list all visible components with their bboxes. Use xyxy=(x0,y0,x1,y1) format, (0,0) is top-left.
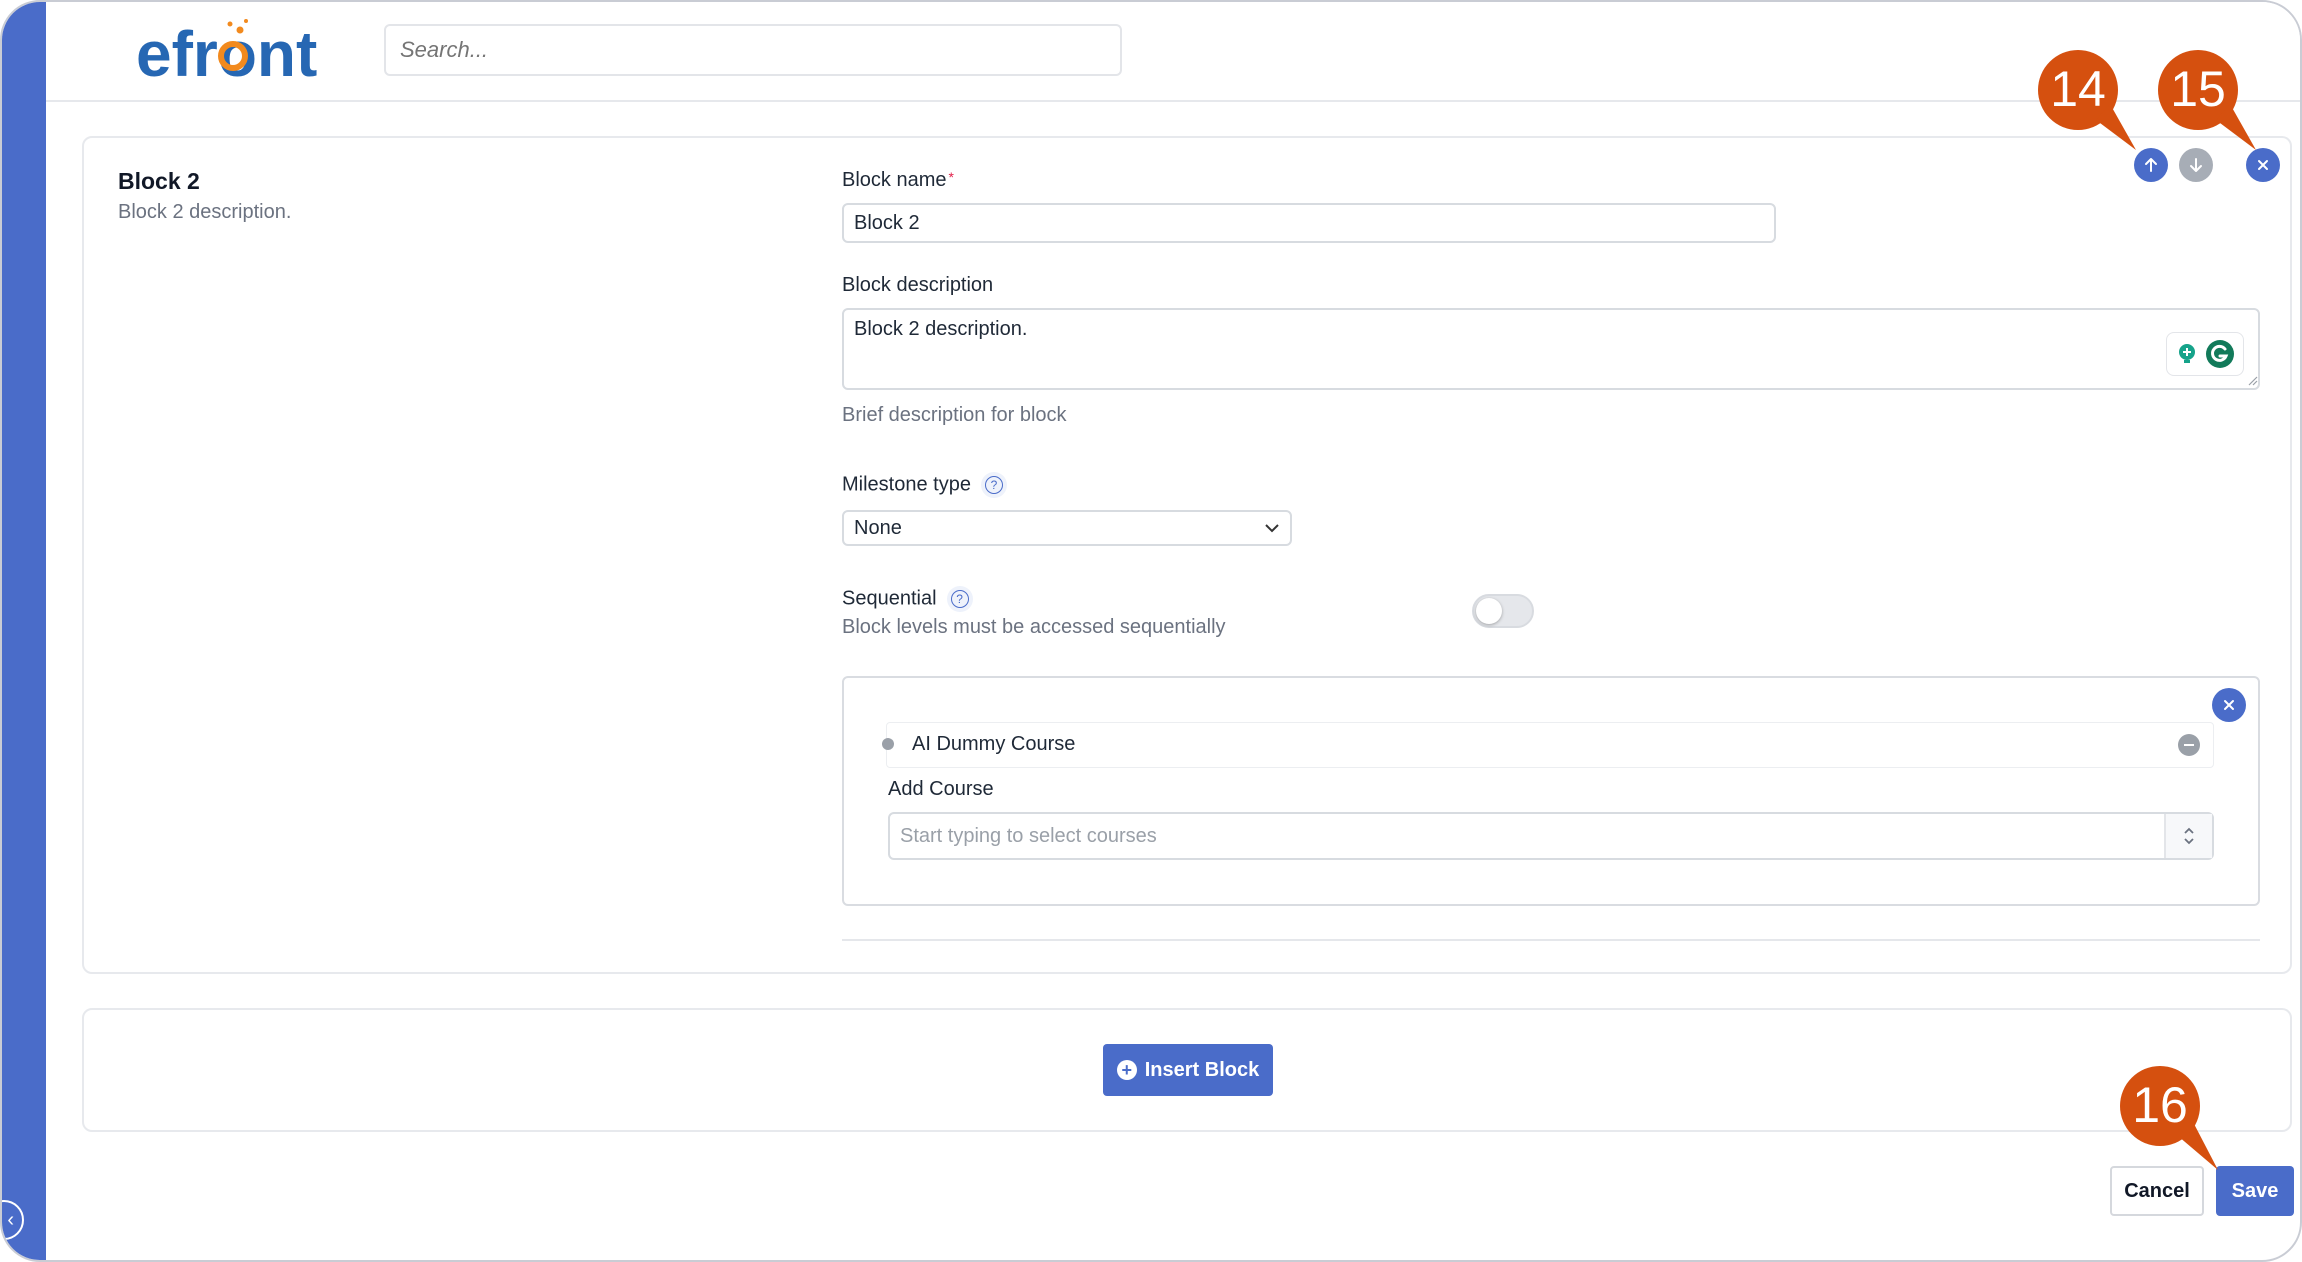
block-description-label: Block description xyxy=(842,274,994,296)
block-title: Block 2 xyxy=(118,168,200,194)
grammarly-widget[interactable] xyxy=(2166,332,2244,376)
callout-15-number: 15 xyxy=(2170,61,2226,117)
bell-icon[interactable] xyxy=(2298,28,2302,68)
divider xyxy=(842,939,2260,941)
block-description-hint: Brief description for block xyxy=(842,404,1067,426)
course-list-item xyxy=(886,722,2214,768)
course-bullet xyxy=(882,738,894,750)
courses-panel xyxy=(842,676,2260,906)
milestone-type-label: Milestone type? xyxy=(842,472,1007,498)
grammarly-icon xyxy=(2206,340,2234,368)
sequential-label: Sequential? xyxy=(842,586,973,612)
callout-15: 15 xyxy=(2158,50,2256,150)
app-window: ‹ efront Block 2 Block 2 description. Bl… xyxy=(0,0,2302,1262)
add-course-placeholder: Start typing to select courses xyxy=(900,824,1157,847)
close-icon xyxy=(2224,700,2234,710)
sequential-hint: Block levels must be accessed sequential… xyxy=(842,616,1226,638)
sequential-toggle[interactable] xyxy=(1472,594,1534,628)
insert-block-label: Insert Block xyxy=(1144,1058,1260,1081)
milestone-type-select[interactable]: None xyxy=(842,510,1292,546)
callout-16: 16 xyxy=(2120,1066,2218,1170)
toggle-knob xyxy=(1476,598,1502,624)
callout-14: 14 xyxy=(2038,50,2136,150)
block-name-input[interactable]: Block 2 xyxy=(842,203,1776,243)
block-description-textarea[interactable]: Block 2 description. xyxy=(842,308,2260,390)
logo-text: efront xyxy=(136,18,317,86)
block-subtitle: Block 2 description. xyxy=(118,201,292,223)
sequential-help-icon[interactable]: ? xyxy=(946,586,973,612)
efront-logo: efront xyxy=(136,18,317,86)
chevron-down-icon xyxy=(1265,524,1279,533)
close-icon xyxy=(2258,160,2268,170)
add-course-label: Add Course xyxy=(888,778,994,800)
remove-courses-button[interactable] xyxy=(2212,688,2246,722)
block-description-value: Block 2 description. xyxy=(854,318,1028,340)
sidebar: ‹ xyxy=(2,2,46,1260)
save-button[interactable]: Save xyxy=(2216,1166,2294,1216)
remove-course-button[interactable] xyxy=(2178,734,2200,756)
callout-14-number: 14 xyxy=(2050,61,2106,117)
lightbulb-icon xyxy=(2179,344,2195,363)
callout-16-number: 16 xyxy=(2132,1077,2188,1133)
sidebar-collapse-button[interactable]: ‹ xyxy=(2,1200,24,1240)
plus-icon: + xyxy=(1116,1060,1137,1080)
block-name-value: Block 2 xyxy=(854,211,920,234)
block-name-label: Block name * xyxy=(842,169,954,191)
chevron-updown-icon[interactable] xyxy=(2164,814,2212,858)
insert-block-button[interactable]: + Insert Block xyxy=(1103,1044,1273,1096)
milestone-help-icon[interactable]: ? xyxy=(980,472,1007,498)
course-label: AI Dummy Course xyxy=(912,733,1076,755)
milestone-type-value: None xyxy=(854,516,902,539)
add-course-input[interactable]: Start typing to select courses xyxy=(888,812,2214,860)
top-bar: efront xyxy=(46,2,2302,102)
required-mark: * xyxy=(948,169,954,185)
resize-handle-icon[interactable] xyxy=(2248,376,2258,386)
search-input[interactable] xyxy=(384,24,1122,76)
